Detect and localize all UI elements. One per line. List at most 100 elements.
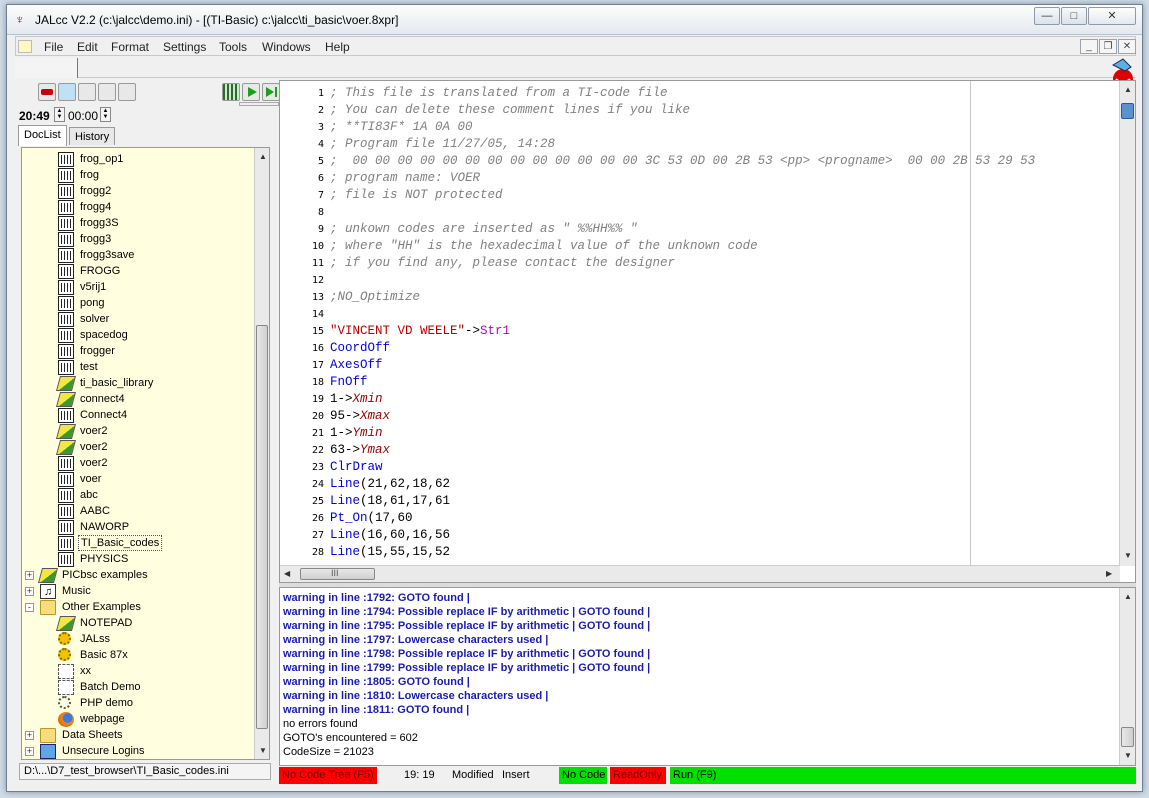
calculator-icon[interactable] [222,83,240,101]
tree-scrollbar[interactable]: ▲ ▼ [254,148,269,759]
left-panel: 20:49 ▲ ▼ 00:00 ▲ ▼ DocList History frog_o… [15,79,280,781]
tree-item-label: Other Examples [62,601,141,613]
tree-item-label: voer2 [80,457,108,469]
code-token: -> [465,324,481,338]
mdi-minimize-button[interactable]: _ [1080,39,1098,54]
tree-item-label: spacedog [80,329,128,341]
app-window: ♆ JALcc V2.2 (c:\jalcc\demo.ini) - [(TI-… [6,4,1143,792]
editor-vertical-scrollbar[interactable]: ▲ ▼ [1119,81,1135,566]
document-icon[interactable] [18,40,32,53]
menu-edit[interactable]: Edit [77,40,98,54]
code-line: ;NO_Optimize [330,290,420,304]
warning-message: warning in line :1798: Possible replace … [283,648,651,660]
ti-program-icon [58,200,74,215]
tree-item-label: connect4 [80,393,125,405]
step-icon[interactable] [262,83,280,101]
tree-expander[interactable]: + [25,731,34,740]
tree-item-label: AABC [80,505,110,517]
code-token: ; unkown codes are inserted as " %%HH%% … [330,222,638,236]
code-token: ; if you find any, please contact the de… [330,256,676,270]
line-number: 16 [311,343,324,354]
output-scrollbar[interactable]: ▲ ▼ [1119,588,1135,765]
time-hours: 20:49 [19,109,50,123]
line-number: 27 [311,530,324,541]
ti-program-icon [58,456,74,471]
code-line: ; Program file 11/27/05, 14:28 [330,137,555,151]
code-token: Line [330,528,361,542]
editor-horizontal-scrollbar[interactable]: ◀ III ▶ [280,565,1120,582]
line-number: 22 [311,445,324,456]
code-token: 1-> [330,392,353,406]
code-line: ; This file is translated from a TI-code… [330,86,668,100]
tree-expander[interactable]: + [25,571,34,580]
tool-button-3[interactable] [78,83,96,101]
code-token: Ymin [352,426,383,440]
line-number-gutter: 1 2 3 4 5 6 7 8 9 10 11 12 13 14 15 16 17 18 19 20 21 22 23 24 2… [280,81,328,566]
mdi-close-button[interactable]: ✕ [1118,39,1136,54]
tree-item-label: solver [80,313,110,325]
tool-button-4[interactable] [98,83,116,101]
tree-scrollbar-thumb[interactable] [256,325,268,729]
progress-slider[interactable] [239,102,279,106]
run-button[interactable]: Run (F9) [670,767,1136,784]
editor-scrollbar-thumb[interactable] [1121,103,1134,119]
document-tab[interactable] [15,58,78,78]
info-message: no errors found [283,718,358,730]
tree-item-label: PICbsc examples [62,569,148,581]
line-number: 17 [311,360,324,371]
tree-item-label: PHYSICS [80,553,129,565]
warning-message: warning in line :1792: GOTO found | [283,592,470,604]
menu-tools[interactable]: Tools [219,40,247,54]
warning-message: warning in line :1811: GOTO found | [283,704,470,716]
menu-file[interactable]: File [44,40,63,54]
warning-message: warning in line :1799: Possible replace … [283,662,651,674]
minutes-spinner[interactable]: ▲ ▼ [100,107,111,122]
line-number: 24 [311,479,324,490]
menu-help[interactable]: Help [325,40,350,54]
hscroll-grip: III [331,568,339,578]
menu-format[interactable]: Format [111,40,149,54]
menu-windows[interactable]: Windows [262,40,311,54]
code-line: Pt_On(17,60 [330,511,413,525]
title-bar[interactable]: ♆ JALcc V2.2 (c:\jalcc\demo.ini) - [(TI-… [7,5,1142,35]
close-button[interactable]: ✕ [1088,7,1136,25]
ti-program-icon [58,168,74,183]
line-number: 3 [317,122,324,133]
code-token: Xmax [360,409,391,423]
maximize-button[interactable]: □ [1061,7,1087,25]
tab-doclist[interactable]: DocList [18,125,67,146]
tool-button-5[interactable] [118,83,136,101]
car-icon[interactable] [38,83,56,101]
file-path: D:\...\D7_test_browser\TI_Basic_codes.in… [19,763,271,780]
code-line: ; if you find any, please contact the de… [330,256,675,270]
tree-item-label: test [80,361,98,373]
exe-icon [58,680,74,695]
play-icon[interactable] [242,83,260,101]
tree-item-label: TI_Basic_codes [78,535,163,551]
line-number: 18 [311,377,324,388]
tree-item-label: ti_basic_library [80,377,154,389]
editor-hscroll-thumb[interactable]: III [300,568,375,580]
minimize-button[interactable]: — [1034,7,1060,25]
code-tree-status[interactable]: No Code Tree (F5) [279,767,377,784]
code-token: AxesOff [330,358,383,372]
tree-item-label: frogg4 [80,201,112,213]
code-token: 95-> [330,409,361,423]
code-token: FnOff [330,375,368,389]
line-number: 19 [311,394,324,405]
php-icon [58,696,71,709]
tree-item-label: frog_op1 [80,153,124,165]
tree-expander[interactable]: + [25,587,34,596]
menu-settings[interactable]: Settings [163,40,206,54]
code-token: Ymax [360,443,391,457]
code-editor[interactable]: 1 2 3 4 5 6 7 8 9 10 11 12 13 14 15 16 17 18 19 20 21 22 23 24 2… [279,80,1136,583]
tree-expander[interactable]: - [25,603,34,612]
page-icon[interactable] [58,83,76,101]
ti-program-icon [58,472,74,487]
mdi-restore-button[interactable]: ❐ [1099,39,1117,54]
output-scrollbar-thumb[interactable] [1121,727,1134,747]
tree-expander[interactable]: + [25,747,34,756]
code-token: ; This file is translated from a TI-code… [330,86,668,100]
hours-spinner[interactable]: ▲ ▼ [54,107,65,122]
tab-history[interactable]: History [69,127,116,145]
